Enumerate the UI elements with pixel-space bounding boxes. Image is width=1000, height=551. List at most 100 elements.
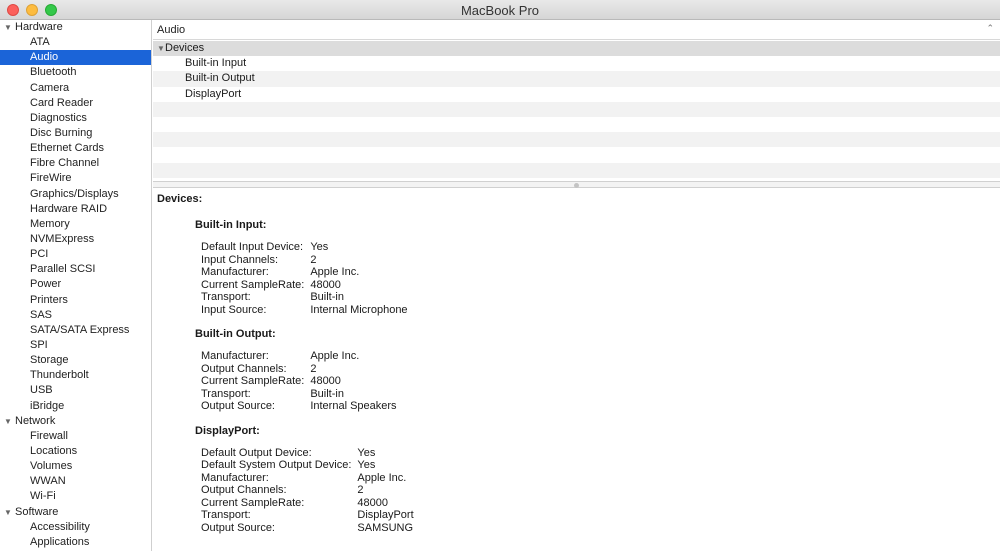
sidebar-item-thunderbolt[interactable]: Thunderbolt <box>0 368 151 383</box>
property-value: Apple Inc. <box>310 266 360 278</box>
disclosure-triangle-icon[interactable]: ▼ <box>4 20 15 35</box>
sidebar-group-hardware[interactable]: ▼ Hardware <box>0 20 151 35</box>
sidebar-item-bluetooth[interactable]: Bluetooth <box>0 65 151 80</box>
sidebar-group-label: Network <box>15 414 56 427</box>
empty-tree-row <box>153 132 1000 148</box>
property-row: Manufacturer: Apple Inc. <box>201 472 414 485</box>
sidebar-item-ibridge[interactable]: iBridge <box>0 399 151 414</box>
empty-tree-row <box>153 101 1000 117</box>
property-table: Default Input Device: Yes Input Channels: 2… <box>201 241 408 316</box>
property-key: Transport: <box>201 509 251 521</box>
property-value: Yes <box>357 446 376 459</box>
property-value: 48000 <box>310 278 341 291</box>
column-header[interactable]: Audio ⌃ <box>153 20 1000 40</box>
property-row: Default Output Device: Yes <box>201 447 414 460</box>
sort-ascending-icon[interactable]: ⌃ <box>986 23 994 34</box>
property-key: Default System Output Device: <box>201 459 352 471</box>
property-key: Transport: <box>201 387 251 400</box>
property-row: Current SampleRate: 48000 <box>201 497 414 510</box>
sidebar-item-usb[interactable]: USB <box>0 383 151 398</box>
sidebar-item-locations[interactable]: Locations <box>0 444 151 459</box>
tree-row[interactable]: Built-in Input <box>153 56 1000 71</box>
property-key: Default Input Device: <box>201 241 304 253</box>
section-title: DisplayPort: <box>195 424 260 437</box>
tree-row-devices[interactable]: ▼Devices <box>153 41 1000 57</box>
property-key: Output Channels: <box>201 362 287 375</box>
property-value: SAMSUNG <box>357 521 414 534</box>
property-value: Yes <box>310 241 329 253</box>
sidebar-item-wi-fi[interactable]: Wi-Fi <box>0 489 151 504</box>
empty-tree-row <box>153 117 1000 132</box>
property-row: Transport: DisplayPort <box>201 509 414 522</box>
sidebar: ▼ Hardware ATA Audio Bluetooth Camera Card Rea… <box>0 20 152 551</box>
sidebar-item-parallel-scsi[interactable]: Parallel SCSI <box>0 262 151 277</box>
sidebar-item-nvmexpress[interactable]: NVMExpress <box>0 232 151 247</box>
sidebar-item-firewall[interactable]: Firewall <box>0 429 151 444</box>
sidebar-item-ethernet-cards[interactable]: Ethernet Cards <box>0 141 151 156</box>
disclosure-triangle-icon[interactable]: ▼ <box>4 505 15 520</box>
property-key: Current SampleRate: <box>201 278 305 291</box>
empty-tree-row <box>153 147 1000 162</box>
property-row: Output Source: Internal Speakers <box>201 400 397 413</box>
sidebar-item-applications[interactable]: Applications <box>0 535 151 550</box>
sidebar-item-power[interactable]: Power <box>0 277 151 292</box>
sidebar-item-card-reader[interactable]: Card Reader <box>0 96 151 111</box>
property-value: 2 <box>310 253 317 266</box>
property-row: Input Channels: 2 <box>201 254 408 267</box>
tree-row[interactable]: Built-in Output <box>153 71 1000 87</box>
property-row: Input Source: Internal Microphone <box>201 304 408 317</box>
property-value: Apple Inc. <box>310 350 360 362</box>
property-key: Manufacturer: <box>201 350 269 362</box>
disclosure-triangle-icon[interactable]: ▼ <box>153 41 165 56</box>
property-row: Default System Output Device: Yes <box>201 459 414 472</box>
detail-view: Devices: Built-in Input: Default Input De… <box>153 188 1000 551</box>
property-value: Internal Microphone <box>310 303 408 316</box>
split-view-divider[interactable] <box>153 181 1000 188</box>
property-key: Input Channels: <box>201 253 279 266</box>
tree-row-label: Devices <box>165 42 205 54</box>
property-value: Built-in <box>310 387 344 400</box>
sidebar-item-printers[interactable]: Printers <box>0 293 151 308</box>
sidebar-item-sata-sata-express[interactable]: SATA/SATA Express <box>0 323 151 338</box>
property-value: Yes <box>357 459 376 471</box>
sidebar-item-audio[interactable]: Audio <box>0 50 151 66</box>
sidebar-item-storage[interactable]: Storage <box>0 353 151 368</box>
sidebar-item-accessibility[interactable]: Accessibility <box>0 520 151 535</box>
sidebar-item-spi[interactable]: SPI <box>0 338 151 353</box>
sidebar-item-pci[interactable]: PCI <box>0 247 151 262</box>
empty-tree-row <box>153 162 1000 178</box>
property-key: Current SampleRate: <box>201 375 305 387</box>
window-title: MacBook Pro <box>460 3 540 18</box>
sidebar-group-network[interactable]: ▼ Network <box>0 414 151 429</box>
sidebar-item-ata[interactable]: ATA <box>0 35 151 50</box>
property-table: Default Output Device: Yes Default System … <box>201 447 414 535</box>
sidebar-item-firewire[interactable]: FireWire <box>0 171 151 186</box>
property-value: 2 <box>310 362 317 375</box>
property-key: Output Source: <box>201 400 275 412</box>
property-value: 2 <box>357 484 364 496</box>
sidebar-item-disc-burning[interactable]: Disc Burning <box>0 126 151 141</box>
column-header-label: Audio <box>157 24 186 36</box>
content-pane: Audio ⌃ ▼Devices Built-in Input Built-in O… <box>153 20 1000 551</box>
sidebar-item-graphics-displays[interactable]: Graphics/Displays <box>0 187 151 202</box>
sidebar-item-sas[interactable]: SAS <box>0 308 151 323</box>
property-key: Input Source: <box>201 303 267 316</box>
disclosure-triangle-icon[interactable]: ▼ <box>4 414 15 429</box>
sidebar-item-diagnostics[interactable]: Diagnostics <box>0 111 151 126</box>
device-tree: ▼Devices Built-in Input Built-in Output Dis… <box>153 41 1000 181</box>
sidebar-item-memory[interactable]: Memory <box>0 217 151 232</box>
sidebar-item-fibre-channel[interactable]: Fibre Channel <box>0 156 151 171</box>
sidebar-group-software[interactable]: ▼ Software <box>0 505 151 520</box>
sidebar-item-camera[interactable]: Camera <box>0 81 151 96</box>
section-title: Built-in Input: <box>195 219 267 231</box>
property-row: Output Channels: 2 <box>201 363 397 376</box>
title-bar: MacBook Pro <box>0 0 1000 20</box>
property-row: Default Input Device: Yes <box>201 241 408 254</box>
sidebar-item-volumes[interactable]: Volumes <box>0 459 151 474</box>
sidebar-item-hardware-raid[interactable]: Hardware RAID <box>0 202 151 217</box>
property-key: Output Channels: <box>201 484 287 496</box>
tree-row[interactable]: DisplayPort <box>153 87 1000 102</box>
property-value: Apple Inc. <box>357 471 407 484</box>
property-table: Manufacturer: Apple Inc. Output Channels: 2… <box>201 350 397 413</box>
sidebar-item-wwan[interactable]: WWAN <box>0 474 151 489</box>
